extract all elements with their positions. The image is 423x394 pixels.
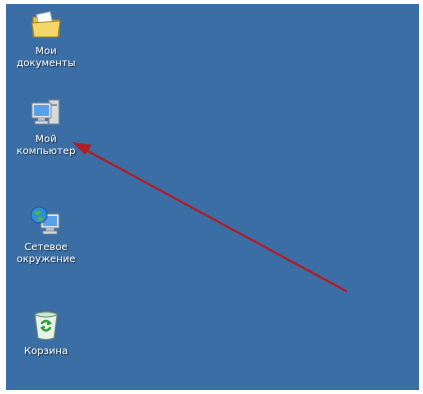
my-documents-folder-icon bbox=[31, 11, 61, 38]
desktop-icon-network-places[interactable]: Сетевое окружение bbox=[10, 204, 82, 266]
desktop[interactable]: Мои документы Мой компьютер Сетевое окру… bbox=[6, 4, 419, 390]
desktop-icon-recycle-bin[interactable]: Корзина bbox=[10, 308, 82, 358]
recycle-bin-icon bbox=[34, 311, 58, 340]
arrow-shaft bbox=[80, 146, 348, 293]
desktop-icon-label: Мой компьютер bbox=[16, 134, 76, 157]
screenshot-frame: Мои документы Мой компьютер Сетевое окру… bbox=[0, 0, 423, 394]
desktop-icon-my-documents[interactable]: Мои документы bbox=[10, 8, 82, 70]
desktop-icon-my-computer[interactable]: Мой компьютер bbox=[10, 96, 82, 158]
my-computer-icon bbox=[31, 99, 60, 125]
desktop-icon-label: Корзина bbox=[23, 346, 69, 357]
network-places-icon bbox=[30, 206, 60, 235]
desktop-icon-label: Сетевое окружение bbox=[16, 242, 76, 265]
desktop-icon-label: Мои документы bbox=[16, 46, 76, 69]
